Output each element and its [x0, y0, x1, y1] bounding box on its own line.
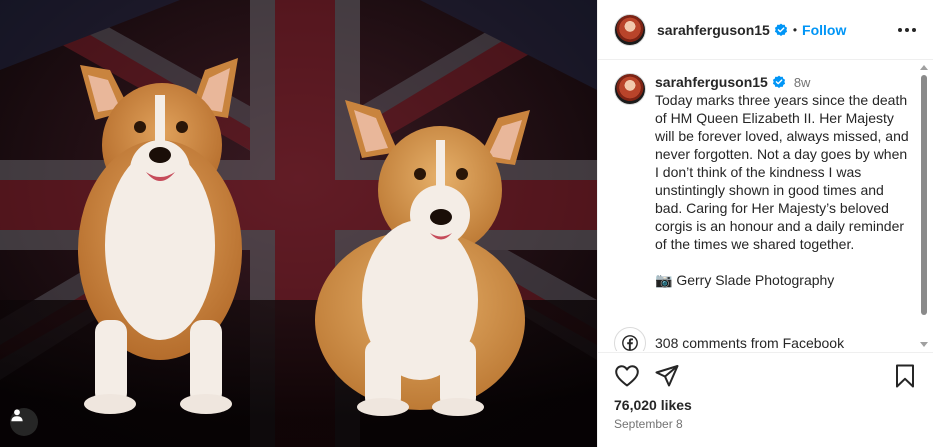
scroll-thumb[interactable] — [921, 75, 927, 315]
post-photo[interactable] — [0, 0, 597, 447]
post-header: sarahferguson15 • Follow — [598, 0, 933, 60]
author-username[interactable]: sarahferguson15 — [657, 22, 770, 38]
post-side-panel: sarahferguson15 • Follow sarahferguson15 — [597, 0, 933, 447]
scroll-down-arrow[interactable] — [920, 342, 928, 347]
caption-avatar[interactable] — [614, 73, 646, 105]
facebook-comments-link[interactable]: 308 comments from Facebook — [655, 335, 844, 351]
corgis-image — [0, 0, 597, 447]
follow-button[interactable]: Follow — [802, 22, 846, 38]
bookmark-icon[interactable] — [892, 363, 918, 389]
scroll-up-arrow[interactable] — [920, 65, 928, 70]
likes-count[interactable]: 76,020 likes — [614, 397, 692, 413]
verified-badge-icon — [774, 23, 787, 36]
caption-text: Today marks three years since the death … — [655, 92, 909, 288]
user-tag-icon — [11, 409, 23, 422]
heart-icon[interactable] — [614, 363, 640, 389]
verified-badge-icon — [772, 75, 785, 88]
comments-section[interactable]: sarahferguson15 8w Today marks three yea… — [598, 61, 933, 351]
comments-scrollbar[interactable] — [919, 63, 929, 347]
facebook-badge — [614, 327, 646, 351]
post-time[interactable]: 8w — [794, 75, 811, 90]
caption: sarahferguson15 8w Today marks three yea… — [614, 73, 910, 289]
user-tag-button[interactable] — [10, 408, 38, 436]
separator-dot: • — [792, 22, 798, 37]
post-date[interactable]: September 8 — [614, 417, 683, 431]
avatar[interactable] — [614, 13, 646, 46]
facebook-comments-row[interactable]: 308 comments from Facebook — [614, 327, 844, 351]
paper-plane-icon[interactable] — [654, 363, 680, 389]
more-options-icon[interactable] — [896, 20, 918, 40]
facebook-icon — [622, 335, 638, 351]
action-bar — [598, 352, 933, 396]
caption-username[interactable]: sarahferguson15 — [655, 74, 768, 90]
